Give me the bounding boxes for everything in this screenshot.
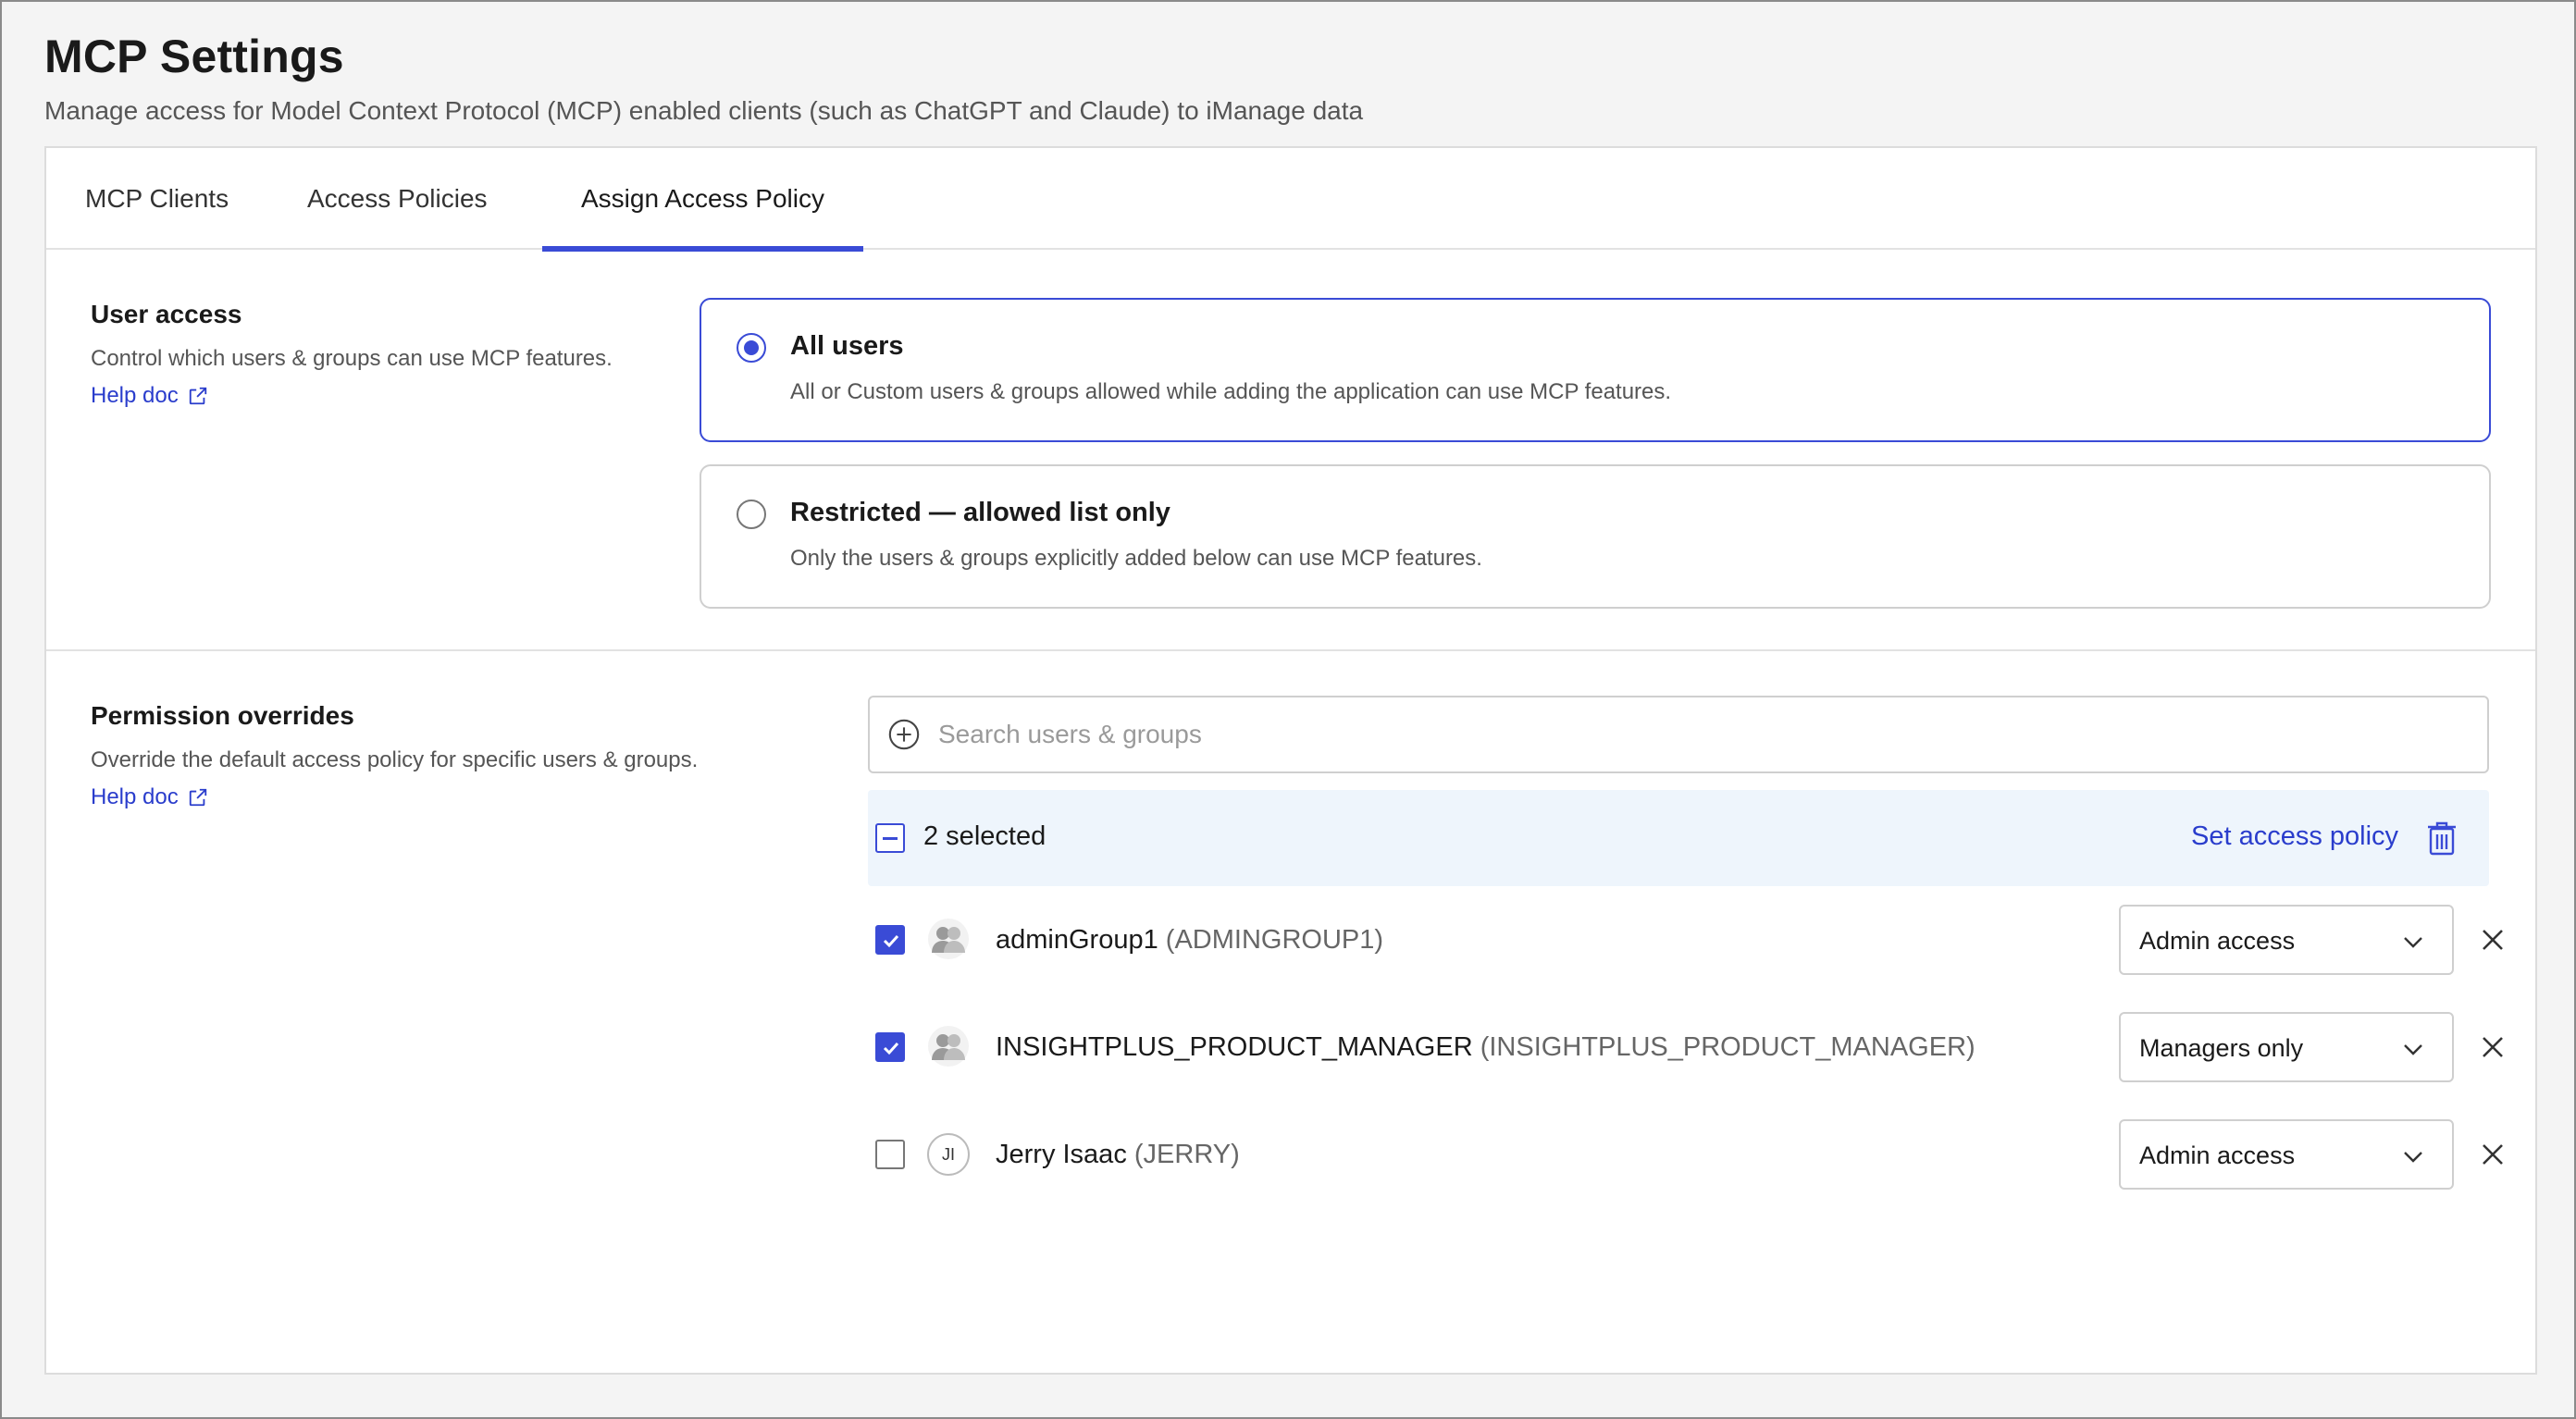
restricted-description: Only the users & groups explicitly added… [790,546,1482,571]
table-row: adminGroup1 (ADMINGROUP1) Admin access [868,905,2503,975]
bulk-action-bar: 2 selected Set access policy [868,790,2489,886]
close-icon[interactable] [2478,1032,2508,1062]
chevron-down-icon [2404,937,2422,948]
user-access-description: Control which users & groups can use MCP… [91,346,613,371]
plus-circle-icon [888,719,920,750]
select-all-checkbox[interactable] [875,823,905,853]
external-link-icon [189,387,206,405]
page-subtitle: Manage access for Model Context Protocol… [44,96,1364,125]
close-icon[interactable] [2478,925,2508,955]
page-header: MCP Settings Manage access for Model Con… [44,30,1363,126]
row-name: INSIGHTPLUS_PRODUCT_MANAGER (INSIGHTPLUS… [996,1032,1975,1063]
group-icon [928,1026,969,1067]
tab-access-policies[interactable]: Access Policies [268,148,526,250]
principal-name: INSIGHTPLUS_PRODUCT_MANAGER [996,1032,1473,1062]
tab-mcp-clients[interactable]: MCP Clients [46,148,267,250]
principal-name: adminGroup1 [996,925,1158,955]
user-access-label: User access [91,300,242,328]
restricted-title: Restricted — allowed list only [790,498,1170,527]
section-divider [46,649,2535,651]
settings-card: MCP Clients Access Policies Assign Acces… [44,146,2537,1375]
set-access-policy-link[interactable]: Set access policy [2191,821,2398,852]
policy-select-value: Admin access [2139,1141,2296,1169]
row-checkbox[interactable] [875,1140,905,1169]
help-link-label: Help doc [91,383,179,408]
page-title: MCP Settings [44,31,344,82]
policy-select[interactable]: Admin access [2119,905,2454,975]
chevron-down-icon [2404,1152,2422,1163]
user-access-help-link[interactable]: Help doc [91,383,208,409]
table-row: JI Jerry Isaac (JERRY) Admin access [868,1119,2503,1190]
principal-name: Jerry Isaac [996,1140,1127,1169]
permission-overrides-label: Permission overrides [91,701,354,730]
principal-id: (INSIGHTPLUS_PRODUCT_MANAGER) [1480,1032,1975,1062]
policy-select-value: Admin access [2139,927,2296,955]
principal-id: (JERRY) [1133,1140,1240,1169]
row-checkbox[interactable] [875,1032,905,1062]
external-link-icon [189,788,206,807]
policy-select-value: Managers only [2139,1034,2304,1062]
all-users-description: All or Custom users & groups allowed whi… [790,379,1672,404]
close-icon[interactable] [2478,1140,2508,1169]
permission-overrides-help-link[interactable]: Help doc [91,784,208,810]
checkmark-icon [883,934,899,948]
help-link-label: Help doc [91,784,179,809]
table-row: INSIGHTPLUS_PRODUCT_MANAGER (INSIGHTPLUS… [868,1012,2503,1082]
principal-id: (ADMINGROUP1) [1165,925,1384,955]
tab-assign-access-policy[interactable]: Assign Access Policy [542,148,863,252]
group-icon [928,919,969,959]
search-input[interactable] [938,720,2487,749]
selected-count: 2 selected [923,821,1046,851]
restricted-option[interactable]: Restricted — allowed list only Only the … [700,464,2491,609]
permission-overrides-description: Override the default access policy for s… [91,747,699,772]
chevron-down-icon [2404,1044,2422,1055]
row-checkbox[interactable] [875,925,905,955]
all-users-radio[interactable] [737,333,766,363]
all-users-title: All users [790,331,904,361]
checkmark-icon [883,1042,899,1055]
policy-select[interactable]: Admin access [2119,1119,2454,1190]
row-name: Jerry Isaac (JERRY) [996,1140,1240,1170]
all-users-option[interactable]: All users All or Custom users & groups a… [700,298,2491,442]
search-users-box[interactable] [868,696,2489,773]
tab-bar: MCP Clients Access Policies Assign Acces… [46,148,2535,252]
row-name: adminGroup1 (ADMINGROUP1) [996,925,1383,956]
policy-select[interactable]: Managers only [2119,1012,2454,1082]
avatar: JI [927,1133,970,1176]
restricted-radio[interactable] [737,500,766,529]
trash-icon[interactable] [2424,820,2459,857]
